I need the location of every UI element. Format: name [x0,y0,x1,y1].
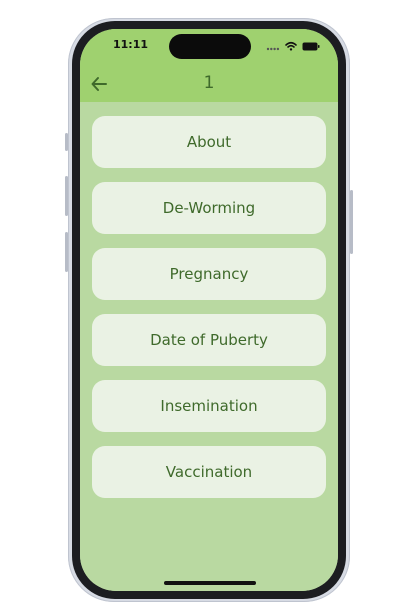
mute-switch [65,133,68,151]
status-bar: 11:11 [80,29,338,71]
volume-down-button [65,232,68,272]
status-time: 11:11 [113,38,149,51]
about-button[interactable]: About [92,116,326,168]
date-of-puberty-button[interactable]: Date of Puberty [92,314,326,366]
vaccination-button[interactable]: Vaccination [92,446,326,498]
home-indicator[interactable] [164,581,256,585]
app-bar: 1 [80,71,338,102]
status-icons [266,39,320,51]
wifi-icon [285,36,297,55]
menu-list: About De-Worming Pregnancy Date of Puber… [92,116,326,498]
dynamic-island [169,34,251,59]
signal-icon [266,36,280,55]
pregnancy-button[interactable]: Pregnancy [92,248,326,300]
volume-up-button [65,176,68,216]
de-worming-button[interactable]: De-Worming [92,182,326,234]
battery-icon [302,36,320,55]
insemination-button[interactable]: Insemination [92,380,326,432]
power-button [350,190,353,254]
page-title: 1 [203,73,215,93]
main-content: About De-Worming Pregnancy Date of Puber… [80,102,338,591]
phone-screen: 11:11 1 About De-Worming Pregnancy Date … [80,29,338,591]
device-stage: 11:11 1 About De-Worming Pregnancy Date … [0,0,407,613]
